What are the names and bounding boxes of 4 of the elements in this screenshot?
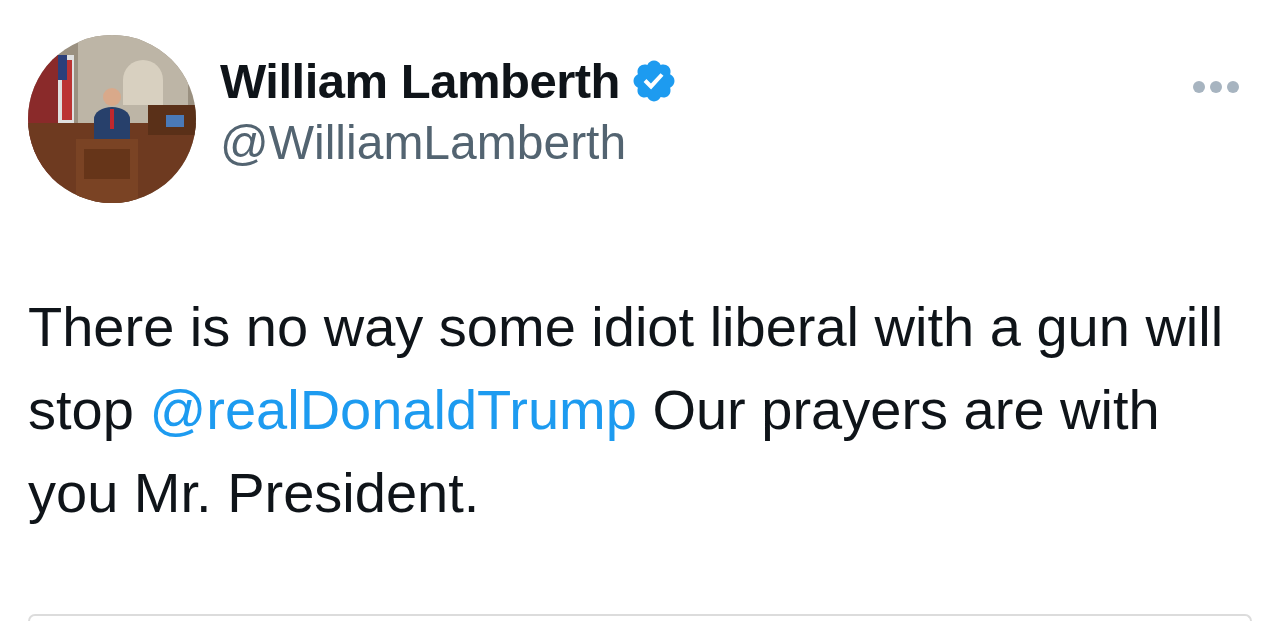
more-options-icon[interactable]: [1192, 80, 1240, 94]
author-handle[interactable]: @WilliamLamberth: [220, 113, 678, 173]
tweet-text: There is no way some idiot liberal with a gun will stop @realDonaldTrump Our prayers are with you Mr. President.: [28, 294, 1225, 526]
author-name[interactable]: William Lamberth: [220, 49, 620, 113]
